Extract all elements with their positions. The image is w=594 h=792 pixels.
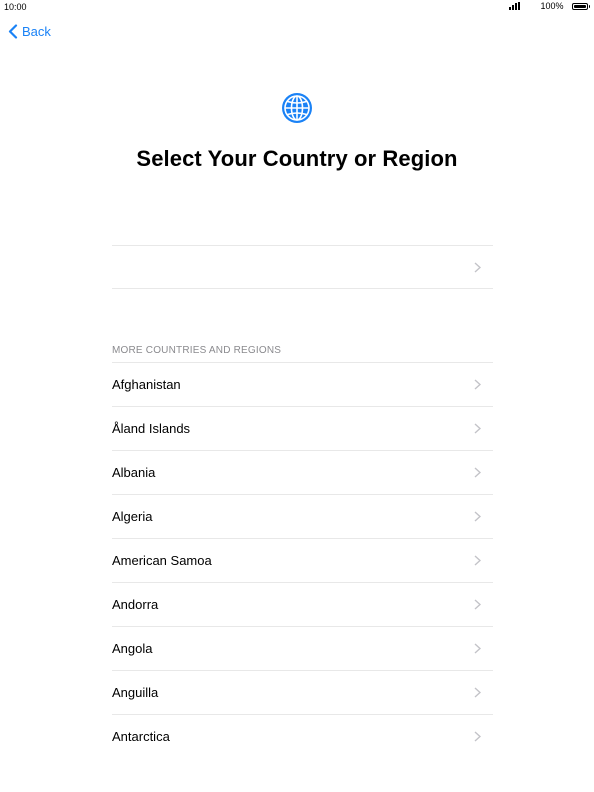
country-label: Andorra [112,597,159,612]
status-time: 10:00 [4,2,27,12]
back-button[interactable]: Back [8,24,51,39]
chevron-right-icon [474,261,481,273]
list-item[interactable]: Antarctica [112,714,493,758]
country-label: Algeria [112,509,153,524]
country-label: American Samoa [112,553,212,568]
suggested-country-row[interactable] [112,245,493,289]
chevron-right-icon [474,511,481,522]
signal-strength-icon [509,2,521,10]
chevron-right-icon [474,467,481,478]
chevron-right-icon [474,731,481,742]
country-label: Albania [112,465,156,480]
list-item[interactable]: Algeria [112,494,493,538]
section-header: MORE COUNTRIES AND REGIONS [112,345,282,356]
back-label: Back [22,24,51,39]
list-item[interactable]: Albania [112,450,493,494]
chevron-right-icon [474,379,481,390]
status-indicators: 100% [509,1,590,11]
globe-icon [280,91,314,130]
list-item[interactable]: American Samoa [112,538,493,582]
list-item[interactable]: Anguilla [112,670,493,714]
chevron-left-icon [8,24,18,39]
list-item[interactable]: Angola [112,626,493,670]
chevron-right-icon [474,643,481,654]
page-title: Select Your Country or Region [136,146,458,171]
chevron-right-icon [474,555,481,566]
chevron-right-icon [474,687,481,698]
list-item[interactable]: Åland Islands [112,406,493,450]
country-list: Afghanistan Åland Islands Albania Algeri… [112,362,493,758]
chevron-right-icon [474,423,481,434]
country-label: Angola [112,641,153,656]
country-label: Anguilla [112,685,159,700]
suggested-list [112,245,493,289]
country-label: Åland Islands [112,421,191,436]
country-label: Antarctica [112,729,170,744]
country-label: Afghanistan [112,377,181,392]
battery-percent: 100% [540,1,564,11]
status-bar: 10:00 100% [0,0,594,14]
battery-fill [573,4,586,8]
battery-icon [571,2,590,10]
list-item[interactable]: Andorra [112,582,493,626]
list-item[interactable]: Afghanistan [112,362,493,406]
chevron-right-icon [474,599,481,610]
